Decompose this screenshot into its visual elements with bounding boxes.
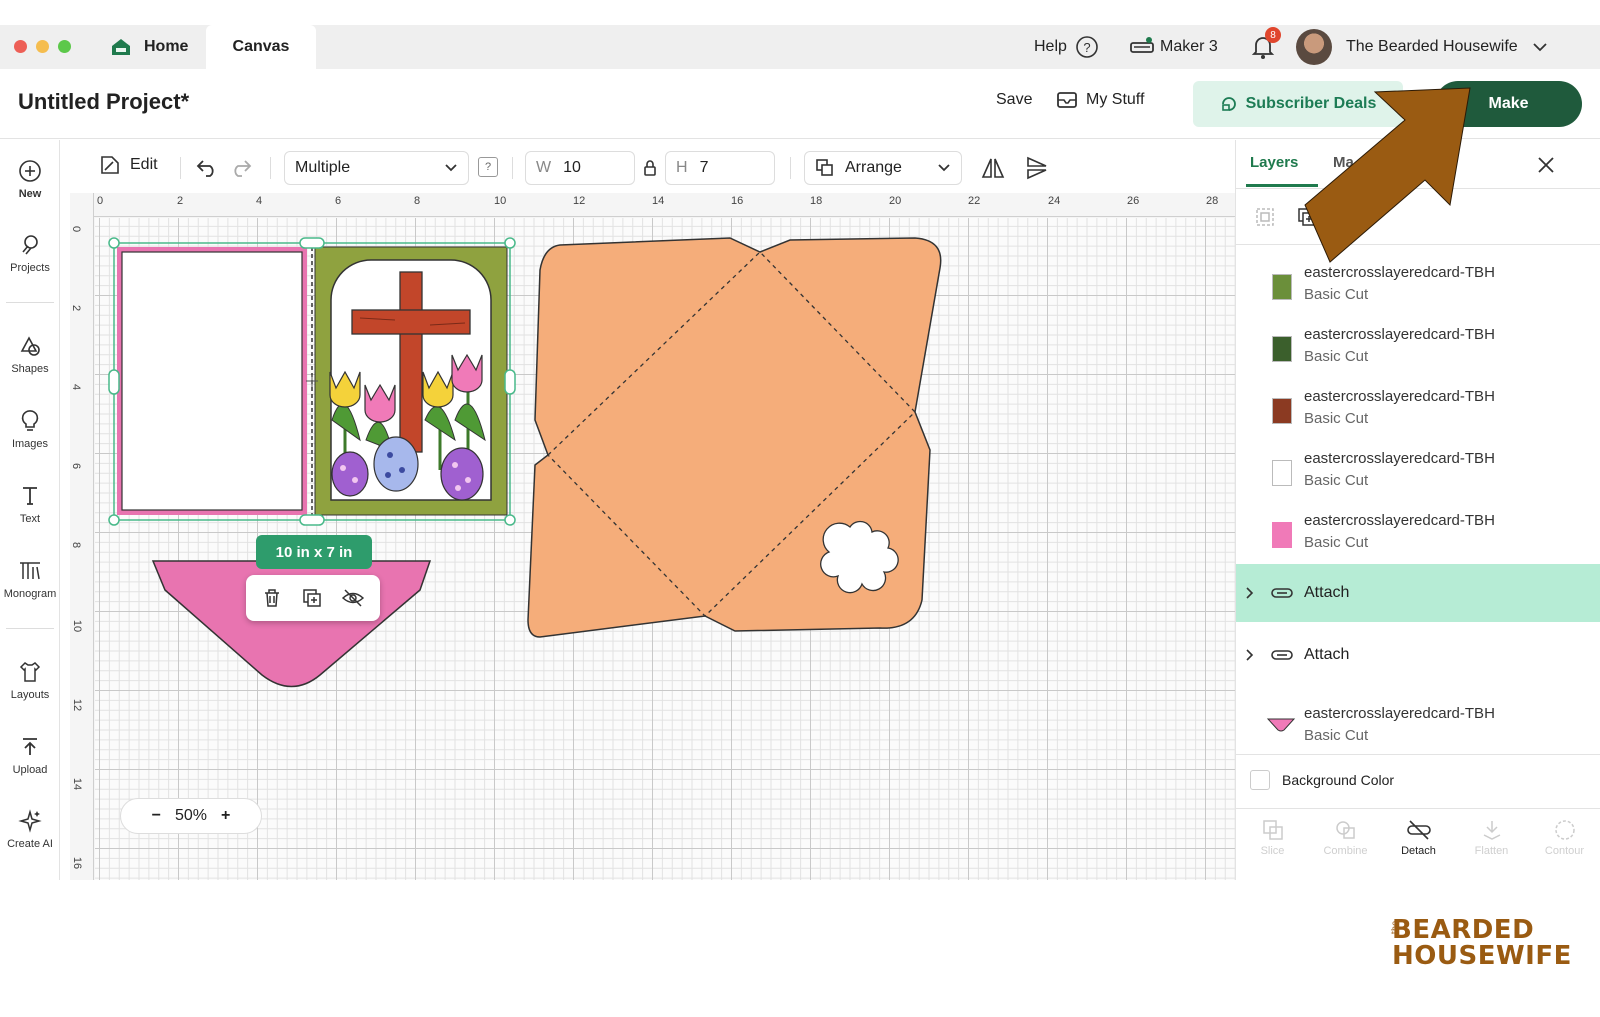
brand-logo: the BEARDED HOUSEWIFE [1390,915,1572,971]
arrow-annotation-icon [1304,87,1471,263]
brand-small-text: the [1390,921,1399,935]
brand-line-2: HOUSEWIFE [1392,941,1572,971]
app-window: Home Canvas Help ? Maker 3 8 The Bearded… [0,0,1600,880]
